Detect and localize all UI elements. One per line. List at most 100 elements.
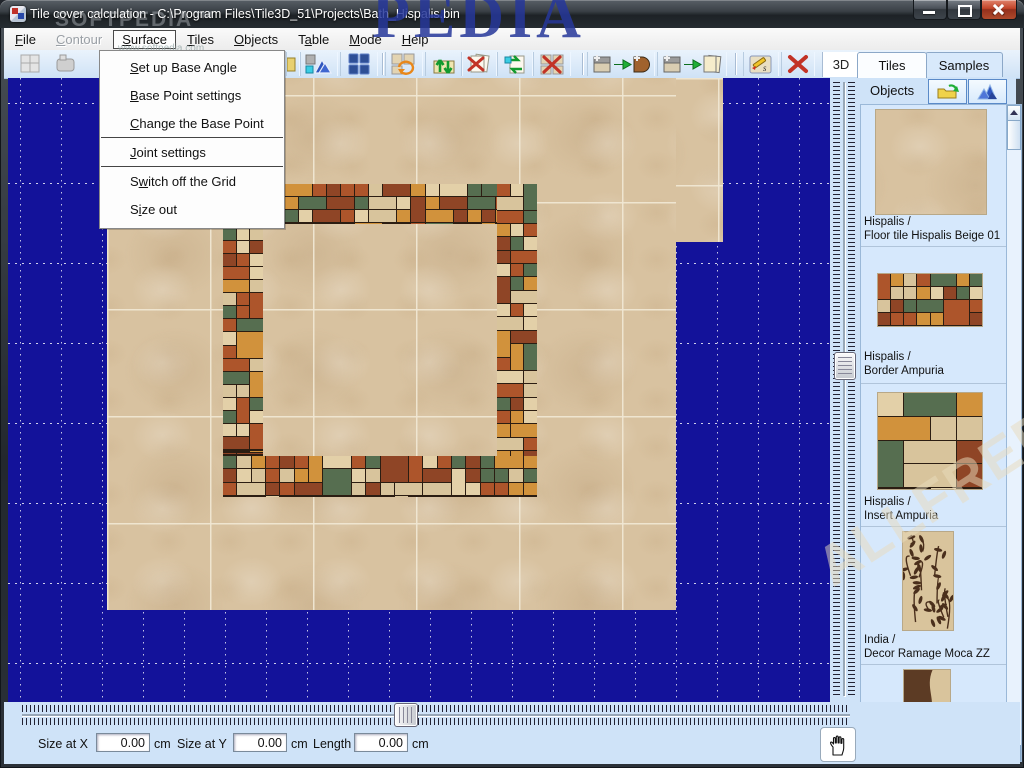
horizontal-trackbar[interactable]	[22, 703, 850, 727]
import-export-icon[interactable]	[426, 52, 462, 76]
menu-help[interactable]: Help	[393, 30, 438, 49]
edit-surface-icon[interactable]: s	[744, 52, 778, 76]
four-tiles-icon[interactable]	[341, 52, 377, 76]
size-x-label: Size at X	[38, 737, 88, 751]
toolbar-separator	[382, 53, 383, 75]
border-ring-right[interactable]	[497, 184, 537, 497]
delete-pages-icon[interactable]	[462, 52, 496, 76]
size-x-unit: cm	[154, 737, 171, 751]
tile-label: Hispalis /	[864, 495, 911, 509]
close-icon	[992, 4, 1005, 15]
floor-tiled-notch[interactable]	[676, 78, 723, 242]
tile-label: Decor Ramage Moca ZZ	[864, 647, 990, 661]
menu-item-size-out[interactable]: Size out	[100, 195, 284, 223]
hand-cursor	[820, 727, 856, 762]
tiles-panel: Objects Hispalis / Floor tile Hispalis B…	[856, 77, 1016, 760]
minimize-button[interactable]	[913, 0, 947, 20]
load-object-button[interactable]	[928, 79, 967, 104]
delete-tiles-icon[interactable]	[534, 52, 570, 76]
base-angle-icon[interactable]	[301, 52, 337, 76]
size-y-label: Size at Y	[177, 737, 227, 751]
menu-item-joint-settings[interactable]: Joint settings	[100, 138, 284, 166]
screenshot-stage: Tile cover calculation - C:\Program File…	[0, 0, 1024, 768]
grid-disabled-icon	[14, 52, 46, 76]
list-separator	[861, 664, 1007, 665]
objects-row: Objects	[856, 77, 1016, 104]
panel-scrollbar[interactable]	[1006, 104, 1022, 762]
scroll-up-button[interactable]	[1007, 105, 1021, 121]
menu-file[interactable]: File	[6, 30, 45, 49]
size-y-input[interactable]	[233, 733, 287, 752]
vertical-trackbar[interactable]	[830, 78, 858, 702]
list-separator	[861, 246, 1007, 247]
tile-label: Insert Ampuria	[864, 509, 938, 523]
length-input[interactable]	[354, 733, 408, 752]
scrollbar-thumb[interactable]	[1007, 120, 1021, 150]
app-window: Tile cover calculation - C:\Program File…	[0, 0, 1024, 768]
toolbar-separator	[582, 53, 583, 75]
tab-tiles[interactable]: Tiles	[857, 52, 927, 78]
tile-to-pages-icon[interactable]	[658, 52, 726, 76]
recalc-tiles-icon[interactable]	[386, 52, 422, 76]
replace-page-icon[interactable]	[498, 52, 532, 76]
menu-table[interactable]: Table	[289, 30, 338, 49]
menu-surface[interactable]: Surface	[113, 30, 176, 49]
tab-samples[interactable]: Samples	[925, 52, 1003, 78]
vertical-trackbar-thumb[interactable]	[834, 352, 856, 380]
tile-label: Hispalis /	[864, 215, 911, 229]
list-separator	[861, 526, 1007, 527]
pyramid-icon	[976, 83, 1000, 101]
tick-marks	[22, 718, 850, 725]
tile-thumbnail-insert-ampuria[interactable]	[878, 393, 982, 489]
svg-text:s: s	[763, 63, 767, 73]
arrow-up-icon	[1010, 110, 1018, 115]
view-3d-button[interactable]: 3D	[822, 52, 860, 77]
menu-item-base-point-settings[interactable]: Base Point settings	[100, 81, 284, 109]
tile-label: Floor tile Hispalis Beige 01	[864, 229, 1000, 243]
tile-thumbnail-floor-hispalis-beige[interactable]	[876, 110, 986, 214]
objects-label: Objects	[870, 83, 914, 98]
border-ring-left[interactable]	[223, 228, 263, 456]
length-label: Length	[313, 737, 351, 751]
tick-marks	[848, 82, 855, 696]
delete-icon[interactable]	[782, 52, 814, 76]
menu-item-change-the-base-point[interactable]: Change the Base Point	[100, 109, 284, 137]
close-button[interactable]	[981, 0, 1017, 20]
partial-hidden-icon[interactable]	[287, 52, 299, 76]
menu-contour: Contour	[47, 30, 111, 49]
menu-objects[interactable]: Objects	[225, 30, 287, 49]
tile-to-contour-icon[interactable]	[588, 52, 654, 76]
toolbar-separator	[735, 53, 736, 75]
tile-label: Hispalis /	[864, 350, 911, 364]
tile-thumbnail-decor-ramage-moca[interactable]	[903, 532, 953, 630]
tile-label: India /	[864, 633, 895, 647]
tile-list: Hispalis / Floor tile Hispalis Beige 01 …	[860, 104, 1007, 762]
border-ring-bottom[interactable]	[223, 456, 537, 497]
menu-item-set-up-base-angle[interactable]: Set up Base Angle	[100, 53, 284, 81]
menu-bar: File Contour Surface Tiles Objects Table…	[4, 28, 1020, 51]
menu-item-switch-off-the-grid[interactable]: Switch off the Grid	[100, 167, 284, 195]
window-title: Tile cover calculation - C:\Program File…	[30, 7, 460, 21]
app-icon	[10, 6, 26, 22]
tick-marks	[833, 82, 840, 696]
length-unit: cm	[412, 737, 429, 751]
surface-menu: Set up Base Angle Base Point settings Ch…	[99, 50, 285, 229]
list-separator	[861, 383, 1007, 384]
menu-tiles[interactable]: Tiles	[178, 30, 223, 49]
tile-thumbnail-border-ampuria[interactable]	[878, 274, 982, 326]
size-y-unit: cm	[291, 737, 308, 751]
menu-mode[interactable]: Mode	[340, 30, 391, 49]
maximize-button[interactable]	[947, 0, 981, 20]
horizontal-trackbar-thumb[interactable]	[394, 703, 418, 727]
minimize-icon	[923, 11, 935, 14]
bottom-bar: Size at X cm Size at Y cm Length cm	[4, 702, 1020, 764]
area-disabled-icon	[50, 52, 82, 76]
maximize-icon	[958, 5, 972, 17]
trackbar-groove	[22, 714, 850, 716]
title-bar[interactable]: Tile cover calculation - C:\Program File…	[0, 0, 1024, 28]
hand-icon	[826, 733, 850, 757]
tile-label: Border Ampuria	[864, 364, 944, 378]
size-x-input[interactable]	[96, 733, 150, 752]
tick-marks	[22, 705, 850, 712]
view-3d-object-button[interactable]	[968, 79, 1007, 104]
